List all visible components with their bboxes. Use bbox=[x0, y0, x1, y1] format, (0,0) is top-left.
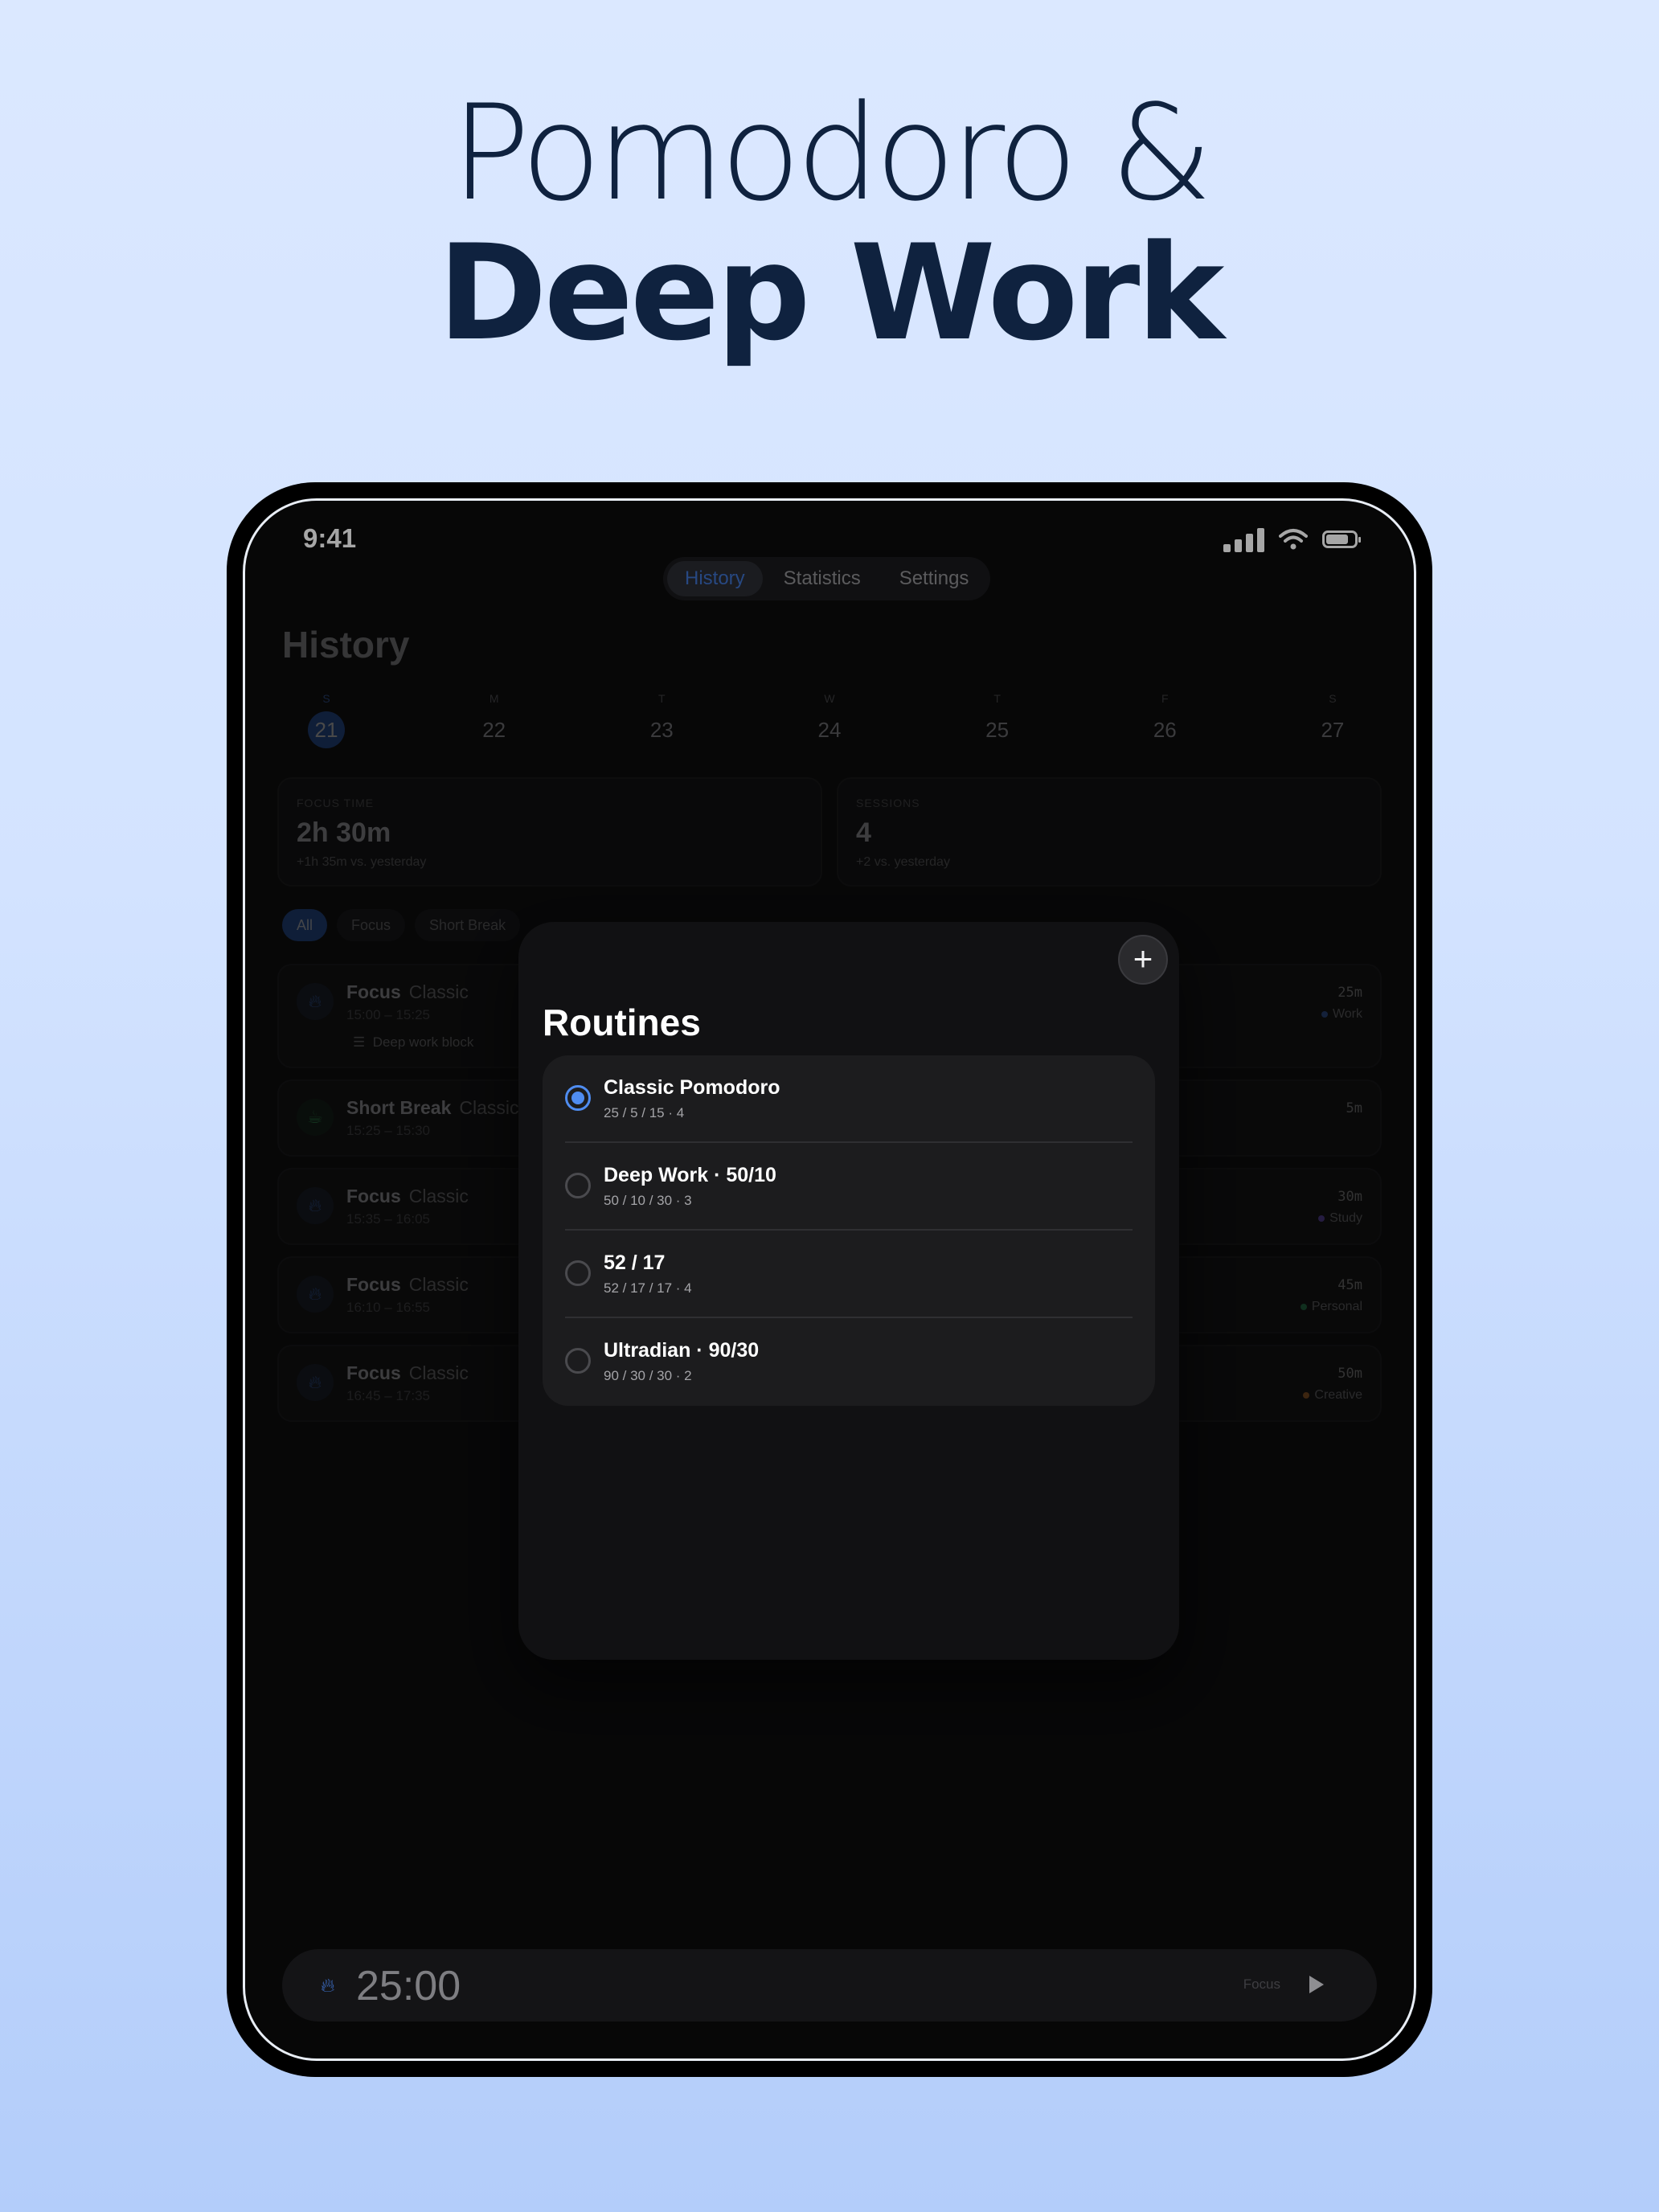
routines-sheet: + Routines Classic Pomodoro 25 / 5 / 15 … bbox=[518, 922, 1179, 1660]
radio-icon[interactable] bbox=[565, 1173, 591, 1198]
timer-mini-bar[interactable]: 🔥︎ 25:00 Focus bbox=[282, 1949, 1377, 2022]
flame-icon: 🔥︎ bbox=[321, 1975, 335, 1997]
routine-detail: 90 / 30 / 30 · 2 bbox=[604, 1368, 692, 1383]
radio-icon[interactable] bbox=[565, 1348, 591, 1374]
headline-line-1: Pomodoro & bbox=[450, 76, 1213, 230]
routine-list: Classic Pomodoro 25 / 5 / 15 · 4 Deep Wo… bbox=[543, 1055, 1155, 1406]
routine-name: Ultradian · 90/30 bbox=[604, 1339, 760, 1362]
routine-name: 52 / 17 bbox=[604, 1251, 666, 1274]
routine-row-classic-pomodoro[interactable]: Classic Pomodoro 25 / 5 / 15 · 4 bbox=[565, 1055, 1133, 1143]
routine-detail: 25 / 5 / 15 · 4 bbox=[604, 1105, 685, 1120]
routine-detail: 50 / 10 / 30 · 3 bbox=[604, 1193, 692, 1208]
routine-row-deep-work[interactable]: Deep Work · 50/10 50 / 10 / 30 · 3 bbox=[565, 1143, 1133, 1231]
headline-line-2: Deep Work bbox=[437, 216, 1225, 370]
tablet-frame: 9:41 History Statistics Settings History bbox=[227, 482, 1432, 2077]
add-routine-button[interactable]: + bbox=[1118, 935, 1168, 985]
radio-selected-icon[interactable] bbox=[565, 1085, 591, 1111]
play-icon[interactable] bbox=[1309, 1976, 1324, 1993]
routine-name: Classic Pomodoro bbox=[604, 1076, 780, 1099]
routine-row-52-17[interactable]: 52 / 17 52 / 17 / 17 · 4 bbox=[565, 1231, 1133, 1318]
sheet-title: Routines bbox=[543, 1002, 701, 1043]
routine-row-ultradian[interactable]: Ultradian · 90/30 90 / 30 / 30 · 2 bbox=[565, 1318, 1133, 1406]
screen: 9:41 History Statistics Settings History bbox=[243, 498, 1416, 2061]
timer-mode: Focus bbox=[1243, 1976, 1280, 1992]
routine-name: Deep Work · 50/10 bbox=[604, 1164, 776, 1186]
routine-detail: 52 / 17 / 17 · 4 bbox=[604, 1280, 692, 1296]
radio-icon[interactable] bbox=[565, 1260, 591, 1286]
timer-time: 25:00 bbox=[356, 1963, 461, 2009]
headline: Pomodoro & Deep Work bbox=[0, 77, 1659, 362]
